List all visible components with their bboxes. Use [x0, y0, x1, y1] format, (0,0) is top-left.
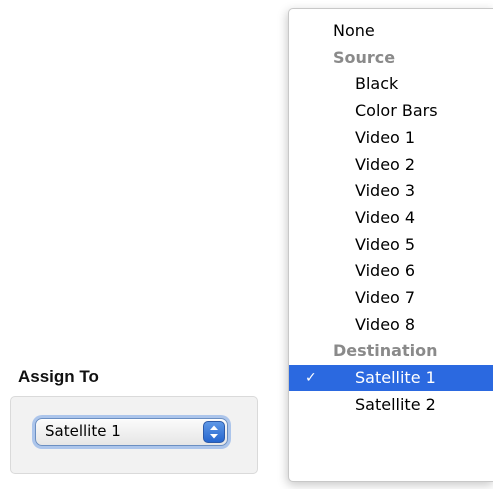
menu-item-video-5[interactable]: Video 5	[289, 232, 493, 258]
assign-to-popup-button[interactable]: Satellite 1	[35, 418, 228, 446]
menu-item-label: Color Bars	[355, 101, 438, 121]
menu-header-destination: Destination	[289, 338, 493, 364]
menu-item-label: Satellite 1	[355, 368, 436, 388]
menu-item-black[interactable]: Black	[289, 71, 493, 97]
menu-header-source: Source	[289, 45, 493, 71]
menu-item-label: Black	[355, 74, 399, 94]
menu-item-label: Video 3	[355, 181, 416, 201]
menu-item-satellite-1[interactable]: ✓ Satellite 1	[289, 365, 493, 392]
menu-item-label: None	[333, 21, 375, 40]
menu-item-video-6[interactable]: Video 6	[289, 258, 493, 284]
menu-item-label: Video 6	[355, 261, 416, 281]
menu-item-none[interactable]: None	[289, 18, 493, 44]
menu-item-satellite-2[interactable]: Satellite 2	[289, 392, 493, 418]
checkmark-icon: ✓	[305, 370, 317, 387]
menu-item-video-7[interactable]: Video 7	[289, 285, 493, 311]
menu-item-label: Satellite 2	[355, 394, 436, 414]
menu-item-label: Destination	[333, 341, 438, 361]
stage: Assign To Satellite 1 None Source Black Col…	[0, 0, 493, 489]
menu-item-color-bars[interactable]: Color Bars	[289, 98, 493, 124]
menu-item-video-1[interactable]: Video 1	[289, 125, 493, 151]
menu-item-video-8[interactable]: Video 8	[289, 312, 493, 338]
up-down-arrows-icon	[203, 421, 225, 443]
dropdown-menu: None Source Black Color Bars Video 1 Video 2 V…	[288, 8, 493, 482]
menu-item-label: Video 4	[355, 207, 416, 227]
menu-item-video-4[interactable]: Video 4	[289, 205, 493, 231]
menu-item-label: Video 5	[355, 234, 416, 254]
menu-item-video-3[interactable]: Video 3	[289, 178, 493, 204]
menu-item-label: Video 8	[355, 314, 416, 334]
menu-item-video-2[interactable]: Video 2	[289, 152, 493, 178]
assign-to-label: Assign To	[18, 367, 99, 386]
menu-item-label: Video 2	[355, 154, 416, 174]
menu-item-label: Video 1	[355, 127, 416, 147]
popup-selected-value: Satellite 1	[45, 422, 121, 440]
menu-item-label: Source	[333, 47, 396, 67]
menu-item-label: Video 7	[355, 288, 416, 307]
